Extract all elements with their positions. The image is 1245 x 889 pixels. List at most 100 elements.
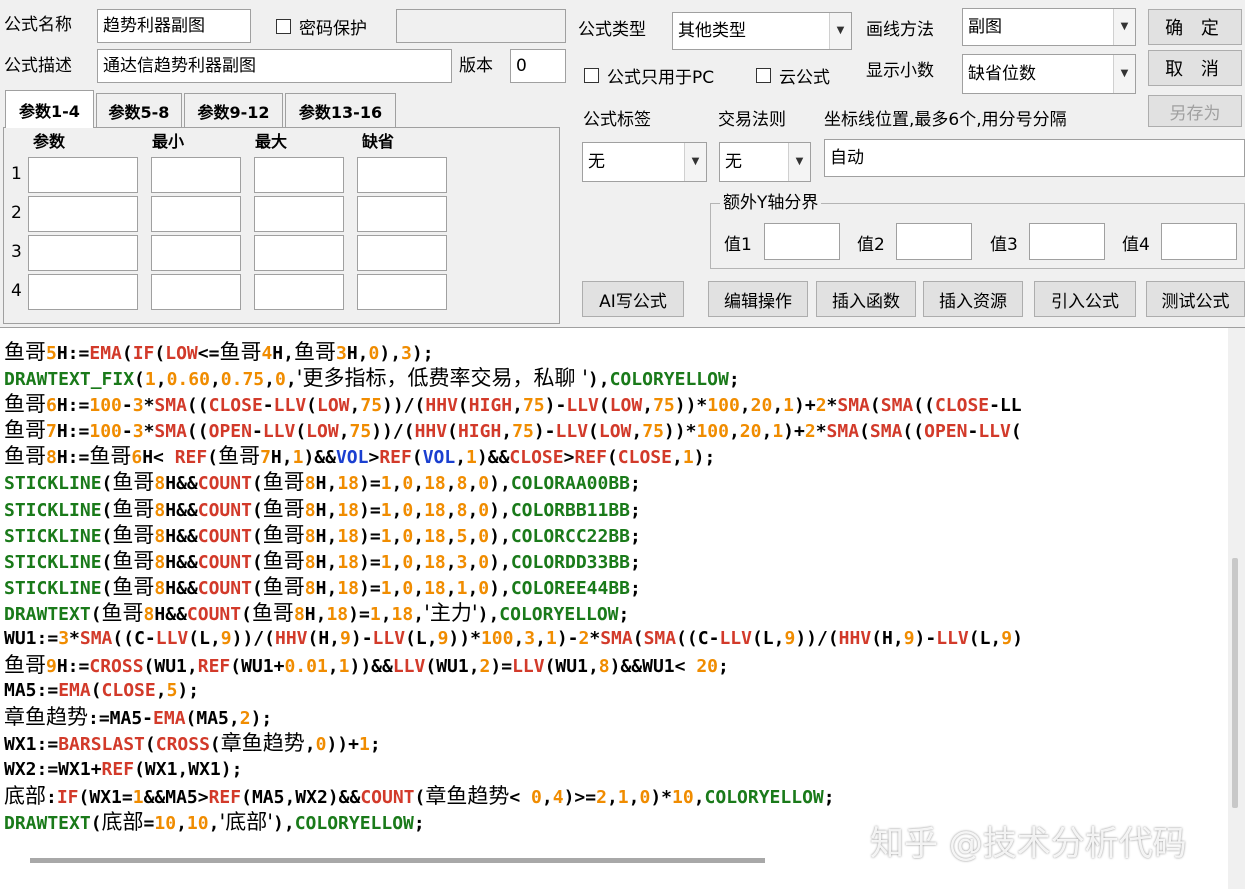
decimals-label: 显示小数 <box>866 61 934 81</box>
ok-button[interactable]: 确 定 <box>1148 9 1242 45</box>
formula-name-input[interactable]: 趋势利器副图 <box>97 9 251 43</box>
tab-params-1-4[interactable]: 参数1-4 <box>5 90 94 128</box>
param-min-input[interactable] <box>151 157 241 193</box>
draw-method-select[interactable]: 副图 ▼ <box>962 8 1136 46</box>
param-min-input[interactable] <box>151 235 241 271</box>
value3-input[interactable] <box>1029 223 1105 260</box>
value2-input[interactable] <box>896 223 972 260</box>
value4-label: 值4 <box>1122 235 1150 255</box>
param-col-default: 缺省 <box>362 132 395 151</box>
formula-name-label: 公式名称 <box>4 15 72 35</box>
formula-desc-input[interactable]: 通达信趋势利器副图 <box>97 49 452 83</box>
param-max-input[interactable] <box>254 196 344 232</box>
value1-input[interactable] <box>764 223 840 260</box>
save-as-button[interactable]: 另存为 <box>1148 95 1242 127</box>
param-max-input[interactable] <box>254 157 344 193</box>
chevron-down-icon[interactable]: ▼ <box>684 143 706 181</box>
param-default-input[interactable] <box>357 196 447 232</box>
chevron-down-icon[interactable]: ▼ <box>1113 55 1135 93</box>
param-max-input[interactable] <box>254 274 344 310</box>
decimals-value: 缺省位数 <box>968 64 1036 84</box>
test-formula-button[interactable]: 测试公式 <box>1146 281 1245 317</box>
code-line[interactable]: STICKLINE(鱼哥8H&&COUNT(鱼哥8H,18)=1,0,18,5,… <box>4 522 1023 548</box>
code-line[interactable]: WX1:=BARSLAST(CROSS(章鱼趋势,0))+1; <box>4 730 1023 756</box>
checkbox-box[interactable] <box>756 68 771 83</box>
formula-tag-label: 公式标签 <box>583 110 651 130</box>
code-line[interactable]: DRAWTEXT(鱼哥8H&&COUNT(鱼哥8H,18)=1,18,'主力')… <box>4 600 1023 626</box>
watermark: 知乎 @技术分析代码 <box>870 824 1187 864</box>
param-name-input[interactable] <box>28 196 138 232</box>
tab-params-5-8[interactable]: 参数5-8 <box>96 93 182 127</box>
chevron-down-icon[interactable]: ▼ <box>829 13 851 49</box>
formula-type-label: 公式类型 <box>578 20 646 40</box>
code-line[interactable]: WX2:=WX1+REF(WX1,WX1); <box>4 757 1023 783</box>
param-name-input[interactable] <box>28 274 138 310</box>
edit-ops-button[interactable]: 编辑操作 <box>708 281 808 317</box>
code-line[interactable]: 鱼哥6H:=100-3*SMA((CLOSE-LLV(LOW,75))/(HHV… <box>4 391 1023 417</box>
vertical-scrollbar[interactable] <box>1228 328 1245 889</box>
tab-params-9-12[interactable]: 参数9-12 <box>184 93 283 127</box>
code-text[interactable]: 鱼哥5H:=EMA(IF(LOW<=鱼哥4H,鱼哥3H,0),3); DRAWTE… <box>4 339 1023 835</box>
chevron-down-icon[interactable]: ▼ <box>788 143 810 181</box>
pc-only-checkbox[interactable]: 公式只用于PC <box>584 63 714 88</box>
pc-only-label: 公式只用于PC <box>607 68 715 88</box>
value2-label: 值2 <box>857 235 885 255</box>
param-col-max: 最大 <box>255 132 288 151</box>
code-editor[interactable]: 鱼哥5H:=EMA(IF(LOW<=鱼哥4H,鱼哥3H,0),3); DRAWTE… <box>0 327 1245 889</box>
ai-write-formula-button[interactable]: AI写公式 <box>582 281 684 317</box>
param-row-number: 4 <box>11 281 22 301</box>
param-name-input[interactable] <box>28 157 138 193</box>
param-default-input[interactable] <box>357 235 447 271</box>
insert-resource-button[interactable]: 插入资源 <box>923 281 1023 317</box>
param-col-name: 参数 <box>33 132 66 151</box>
version-label: 版本 <box>459 56 493 76</box>
cloud-formula-checkbox[interactable]: 云公式 <box>756 63 830 88</box>
import-formula-button[interactable]: 引入公式 <box>1034 281 1136 317</box>
param-max-input[interactable] <box>254 235 344 271</box>
decimals-select[interactable]: 缺省位数 ▼ <box>962 54 1136 94</box>
param-default-input[interactable] <box>357 274 447 310</box>
insert-function-button[interactable]: 插入函数 <box>816 281 916 317</box>
trade-rule-label: 交易法则 <box>718 110 786 130</box>
tab-params-13-16[interactable]: 参数13-16 <box>285 93 396 127</box>
code-line[interactable]: STICKLINE(鱼哥8H&&COUNT(鱼哥8H,18)=1,0,18,8,… <box>4 496 1023 522</box>
code-line[interactable]: STICKLINE(鱼哥8H&&COUNT(鱼哥8H,18)=1,0,18,8,… <box>4 469 1023 495</box>
code-line[interactable]: 鱼哥8H:=鱼哥6H< REF(鱼哥7H,1)&&VOL>REF(VOL,1)&… <box>4 443 1023 469</box>
param-row-number: 3 <box>11 242 22 262</box>
code-line[interactable]: WU1:=3*SMA((C-LLV(L,9))/(HHV(H,9)-LLV(L,… <box>4 626 1023 652</box>
cancel-button[interactable]: 取 消 <box>1148 50 1242 86</box>
param-min-input[interactable] <box>151 196 241 232</box>
param-default-input[interactable] <box>357 157 447 193</box>
code-line[interactable]: 鱼哥5H:=EMA(IF(LOW<=鱼哥4H,鱼哥3H,0),3); <box>4 339 1023 365</box>
code-line[interactable]: STICKLINE(鱼哥8H&&COUNT(鱼哥8H,18)=1,0,18,1,… <box>4 574 1023 600</box>
code-line[interactable]: 章鱼趋势:=MA5-EMA(MA5,2); <box>4 704 1023 730</box>
code-line[interactable]: MA5:=EMA(CLOSE,5); <box>4 678 1023 704</box>
param-name-input[interactable] <box>28 235 138 271</box>
horizontal-scrollbar[interactable] <box>30 858 765 863</box>
code-line[interactable]: STICKLINE(鱼哥8H&&COUNT(鱼哥8H,18)=1,0,18,3,… <box>4 548 1023 574</box>
version-input[interactable]: 0 <box>510 49 566 83</box>
checkbox-box[interactable] <box>276 19 291 34</box>
password-protect-checkbox[interactable]: 密码保护 <box>276 14 367 39</box>
chevron-down-icon[interactable]: ▼ <box>1113 9 1135 45</box>
formula-type-select[interactable]: 其他类型 ▼ <box>672 12 852 50</box>
formula-tag-select[interactable]: 无 ▼ <box>582 142 707 182</box>
axis-position-input[interactable]: 自动 <box>824 139 1245 177</box>
checkbox-box[interactable] <box>584 68 599 83</box>
scrollbar-thumb[interactable] <box>1232 558 1238 808</box>
param-col-min: 最小 <box>152 132 185 151</box>
password-protect-label: 密码保护 <box>299 19 367 39</box>
extra-y-axis-label: 额外Y轴分界 <box>720 192 822 214</box>
code-line[interactable]: 鱼哥9H:=CROSS(WU1,REF(WU1+0.01,1))&&LLV(WU… <box>4 652 1023 678</box>
code-line[interactable]: DRAWTEXT_FIX(1,0.60,0.75,0,'更多指标，低费率交易，私… <box>4 365 1023 391</box>
trade-rule-select[interactable]: 无 ▼ <box>719 142 811 182</box>
value1-label: 值1 <box>724 235 752 255</box>
code-line[interactable]: 鱼哥7H:=100-3*SMA((OPEN-LLV(LOW,75))/(HHV(… <box>4 417 1023 443</box>
formula-tag-value: 无 <box>588 152 605 172</box>
value4-input[interactable] <box>1161 223 1237 260</box>
param-min-input[interactable] <box>151 274 241 310</box>
code-line[interactable]: 底部:IF(WX1=1&&MA5>REF(MA5,WX2)&&COUNT(章鱼趋… <box>4 783 1023 809</box>
password-input[interactable] <box>396 9 566 43</box>
formula-type-value: 其他类型 <box>678 21 746 41</box>
trade-rule-value: 无 <box>725 152 742 172</box>
